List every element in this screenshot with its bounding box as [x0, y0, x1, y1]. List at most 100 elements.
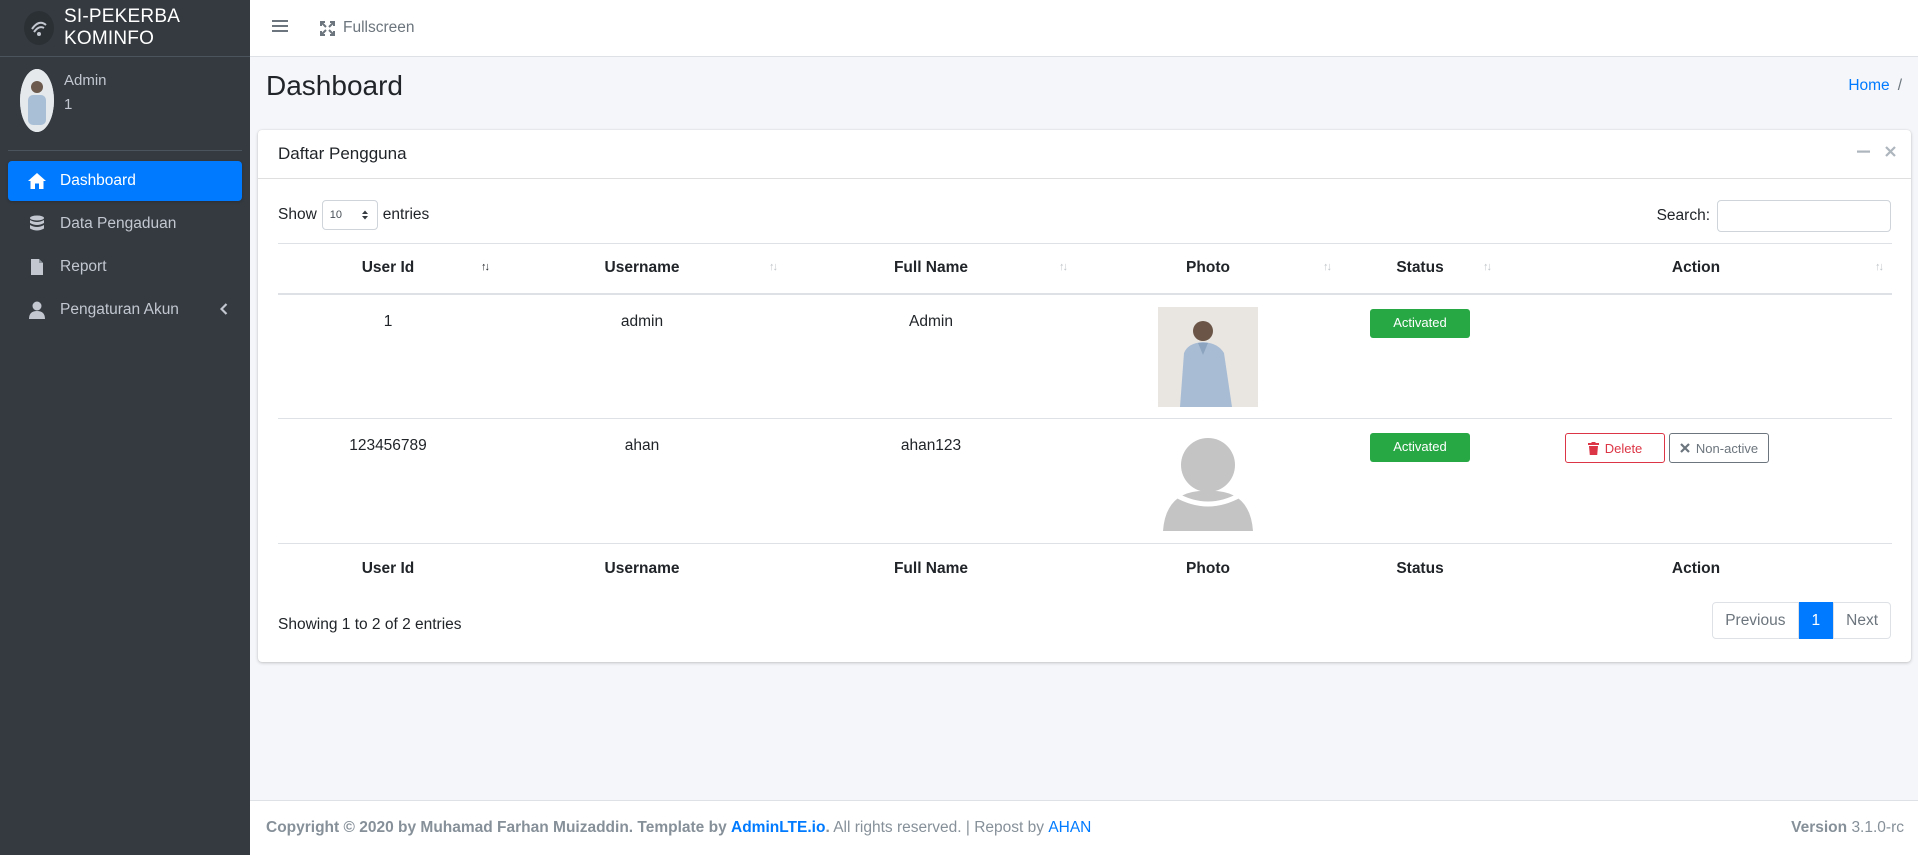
sort-asc-icon: ↑↓ — [481, 261, 490, 273]
status-badge[interactable]: Activated — [1370, 433, 1470, 462]
select-arrows-icon — [361, 209, 369, 224]
card-title: Daftar Pengguna — [278, 144, 407, 163]
cell-action — [1500, 293, 1892, 419]
file-icon — [26, 256, 48, 278]
non-active-button[interactable]: Non-active — [1669, 433, 1769, 463]
brand-link[interactable]: SI-PEKERBA KOMINFO — [0, 0, 250, 57]
table-search: Search: — [1657, 200, 1891, 232]
entries-select[interactable]: 10 — [321, 200, 378, 230]
pagination-previous[interactable]: Previous — [1712, 602, 1799, 639]
column-header-user-id[interactable]: User Id ↑↓ — [278, 243, 498, 295]
database-icon — [26, 213, 48, 235]
search-input[interactable] — [1717, 200, 1891, 232]
user-icon — [26, 299, 48, 321]
sidebar-item-label: Pengaturan Akun — [60, 301, 179, 318]
entries-select-value: 10 — [329, 209, 343, 221]
sidebar-item-data-pengaduan[interactable]: Data Pengaduan — [8, 204, 242, 244]
user-id: 1 — [64, 96, 73, 113]
times-icon — [1680, 443, 1690, 453]
delete-button[interactable]: Delete — [1565, 433, 1665, 463]
adminlte-link[interactable]: AdminLTE.io — [731, 819, 825, 836]
column-label: Username — [604, 259, 680, 277]
user-panel: Admin 1 — [8, 57, 242, 151]
sidebar-item-label: Report — [60, 258, 107, 275]
cell-action: Delete Non-active — [1500, 418, 1892, 544]
version-label: Version — [1791, 819, 1848, 836]
breadcrumb: Home / — [1848, 77, 1902, 95]
cell-user-id: 1 — [278, 293, 498, 419]
status-badge[interactable]: Activated — [1370, 308, 1470, 338]
footer-full-name: Full Name — [786, 543, 1076, 594]
fullscreen-label: Fullscreen — [343, 19, 415, 36]
cell-username: ahan — [498, 418, 786, 544]
copyright-text: Copyright © 2020 by Muhamad Farhan Muiza… — [266, 819, 727, 836]
column-label: Status — [1396, 259, 1444, 277]
user-name[interactable]: Admin — [64, 69, 107, 93]
pagination-next[interactable]: Next — [1833, 602, 1891, 639]
column-header-username[interactable]: Username ↑↓ — [498, 243, 786, 295]
column-label: Photo — [1186, 259, 1230, 277]
delete-label: Delete — [1604, 440, 1643, 456]
version-info: Version 3.1.0-rc — [1791, 819, 1904, 837]
main-sidebar: SI-PEKERBA KOMINFO Admin 1 Dashboard Dat… — [0, 0, 250, 855]
cell-full-name: Admin — [786, 293, 1076, 419]
cell-user-id: 123456789 — [278, 418, 498, 544]
user-photo — [1158, 306, 1258, 407]
content-header: Dashboard Home / — [266, 70, 1902, 110]
table-row: 1 admin Admin Activated — [278, 293, 1892, 419]
pagination-page-1[interactable]: 1 — [1798, 602, 1834, 639]
table-header-row: User Id ↑↓ Username ↑↓ Full Name ↑↓ Photo ↑↓… — [278, 243, 1892, 295]
sort-icon: ↑↓ — [1483, 261, 1492, 273]
sort-icon: ↑↓ — [1323, 261, 1332, 273]
search-label: Search: — [1656, 207, 1710, 224]
pagination: Previous 1 Next — [1712, 602, 1891, 639]
sidebar-item-report[interactable]: Report — [8, 247, 242, 287]
kominfo-logo-icon — [24, 11, 55, 45]
sort-icon: ↑↓ — [1875, 261, 1884, 273]
sidebar-item-pengaturan-akun[interactable]: Pengaturan Akun — [8, 290, 242, 330]
column-header-status[interactable]: Status ↑↓ — [1340, 243, 1500, 295]
fullscreen-button[interactable]: Fullscreen — [320, 19, 415, 37]
home-icon — [26, 170, 48, 192]
avatar[interactable] — [20, 69, 54, 132]
cell-username: admin — [498, 293, 786, 419]
table-row: 123456789 ahan ahan123 Activated Delete — [278, 418, 1892, 544]
card-tools — [1857, 145, 1897, 163]
page-title: Dashboard — [266, 70, 403, 101]
cell-photo — [1076, 418, 1340, 544]
sort-icon: ↑↓ — [1059, 261, 1068, 273]
repost-link[interactable]: AHAN — [1048, 819, 1091, 837]
footer-photo: Photo — [1076, 543, 1340, 594]
non-active-label: Non-active — [1695, 440, 1759, 456]
close-icon[interactable] — [1884, 145, 1897, 163]
users-table: User Id ↑↓ Username ↑↓ Full Name ↑↓ Photo ↑↓… — [278, 243, 1892, 594]
chevron-left-icon — [219, 302, 228, 320]
version-value: 3.1.0-rc — [1851, 819, 1904, 836]
users-card: Daftar Pengguna Show 10 entries Search: — [258, 130, 1911, 662]
column-label: Full Name — [893, 259, 969, 277]
main-footer: Copyright © 2020 by Muhamad Farhan Muiza… — [250, 800, 1918, 855]
menu-toggle-icon[interactable] — [272, 19, 294, 38]
default-avatar-icon — [1158, 431, 1258, 531]
card-header: Daftar Pengguna — [258, 130, 1911, 179]
cell-photo — [1076, 293, 1340, 419]
column-header-full-name[interactable]: Full Name ↑↓ — [786, 243, 1076, 295]
rights-text: All rights reserved. | Repost by — [829, 819, 1049, 836]
sidebar-nav: Dashboard Data Pengaduan Report Pengatur… — [0, 151, 250, 330]
minus-icon[interactable] — [1857, 145, 1870, 163]
column-header-action[interactable]: Action ↑↓ — [1500, 243, 1892, 295]
show-label: Show — [278, 206, 317, 223]
cell-status: Activated — [1340, 293, 1500, 419]
sidebar-item-dashboard[interactable]: Dashboard — [8, 161, 242, 201]
footer-action: Action — [1500, 543, 1892, 594]
trash-icon — [1587, 441, 1599, 455]
table-footer-row: User Id Username Full Name Photo Status … — [278, 543, 1892, 594]
column-label: User Id — [361, 259, 415, 277]
breadcrumb-home-link[interactable]: Home — [1848, 77, 1889, 94]
sort-icon: ↑↓ — [769, 261, 778, 273]
column-label: Action — [1671, 259, 1721, 277]
entries-label: entries — [382, 206, 430, 223]
sidebar-item-label: Data Pengaduan — [60, 215, 177, 232]
cell-status: Activated — [1340, 418, 1500, 544]
column-header-photo[interactable]: Photo ↑↓ — [1076, 243, 1340, 295]
